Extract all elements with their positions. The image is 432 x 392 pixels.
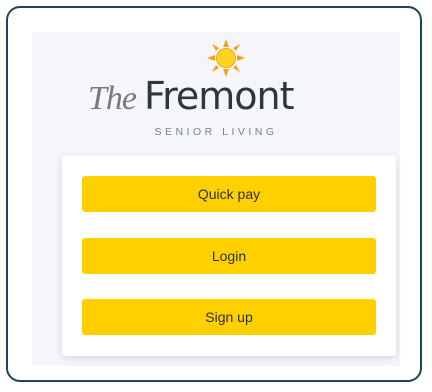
login-button[interactable]: Login	[82, 238, 376, 274]
brand-the-text: The	[88, 80, 137, 117]
brand-name-text: Fremont	[144, 74, 295, 118]
actions-card: Quick pay Login Sign up	[62, 156, 396, 356]
login-panel: The Fremont SENIOR LIVING Quick pay Logi…	[32, 32, 400, 366]
app-frame: The Fremont SENIOR LIVING Quick pay Logi…	[6, 6, 422, 382]
brand-tagline: SENIOR LIVING	[154, 126, 278, 138]
sign-up-button[interactable]: Sign up	[82, 299, 376, 335]
brand-wordmark: The Fremont	[88, 74, 358, 118]
sun-icon	[207, 39, 245, 77]
quick-pay-button[interactable]: Quick pay	[82, 176, 376, 212]
brand-logo: The Fremont SENIOR LIVING	[32, 32, 400, 142]
